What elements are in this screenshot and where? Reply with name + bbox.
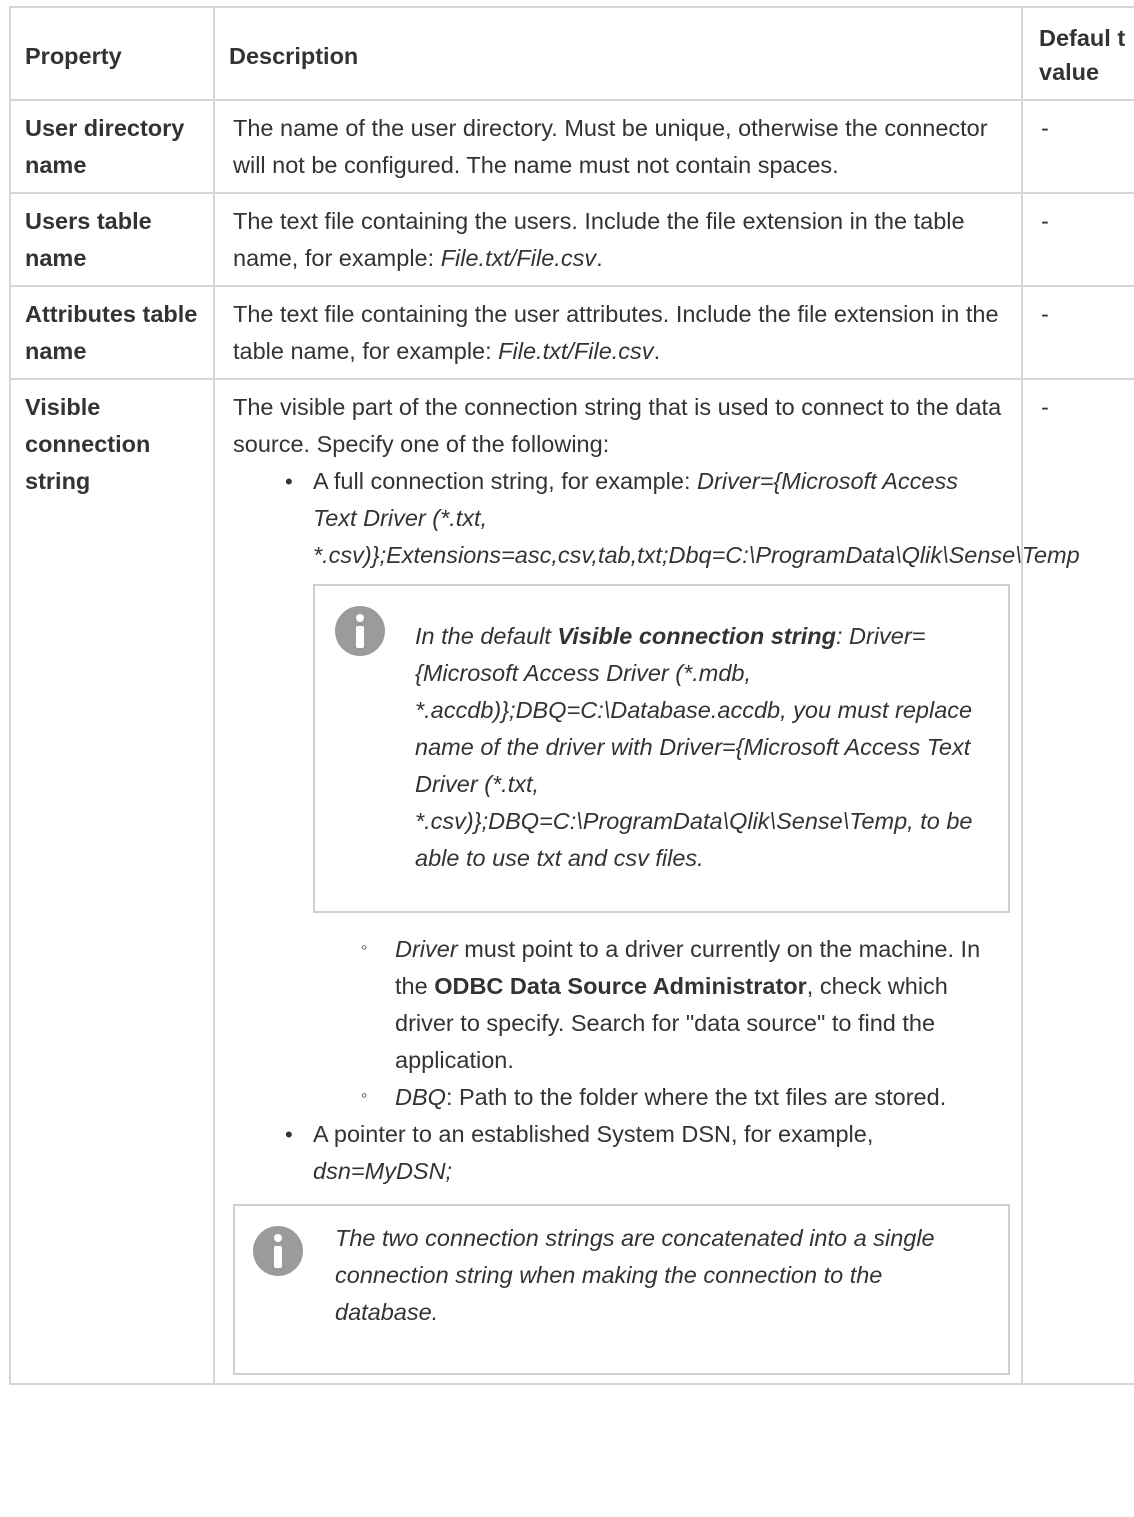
note-box: The two connection strings are concatena… — [233, 1204, 1010, 1375]
default-value: - — [1021, 285, 1134, 380]
circle-bullet-icon: ◦ — [361, 1085, 368, 1105]
list-item: ◦ DBQ: Path to the folder where the txt f… — [233, 1079, 1003, 1116]
table-row: User directory name The name of the user… — [9, 99, 1134, 194]
table-header-row: Property Description Defaul t value — [9, 6, 1134, 101]
circle-bullet-icon: ◦ — [361, 937, 368, 957]
example-filename: File.txt/File.csv — [498, 338, 654, 364]
header-default-value: Defaul t value — [1021, 6, 1134, 101]
property-description: The text file containing the user attrib… — [213, 285, 1023, 380]
document-page: Property Description Defaul t value User… — [0, 0, 1134, 1517]
info-icon — [335, 606, 385, 656]
note-text: In the default Visible connection string… — [415, 618, 985, 877]
note-text: The two connection strings are concatena… — [335, 1225, 935, 1325]
default-value: - — [1021, 99, 1134, 194]
property-name: User directory name — [9, 99, 215, 194]
table-row: Attributes table name The text file cont… — [9, 285, 1134, 380]
bullet-icon: • — [285, 1122, 293, 1147]
table-row: Visible connection string The visible pa… — [9, 378, 1134, 1385]
example-filename: File.txt/File.csv — [440, 245, 597, 271]
property-description: The text file containing the users. Incl… — [213, 192, 1023, 287]
info-icon — [253, 1226, 303, 1276]
property-name: Users table name — [9, 192, 215, 287]
bullet-icon: • — [285, 469, 293, 494]
note-bold-term: Visible connection string — [557, 623, 836, 649]
item-text: : Path to the folder where the txt files… — [445, 1084, 947, 1110]
property-name: Attributes table name — [9, 285, 215, 380]
list-item: ◦ Driver must point to a driver currently… — [233, 931, 1003, 1079]
property-description: The visible part of the connection strin… — [213, 378, 1080, 1385]
default-value: - — [1021, 378, 1134, 1385]
property-table: Property Description Defaul t value User… — [9, 6, 1134, 1385]
description-suffix: . — [596, 245, 603, 271]
term-driver: Driver — [395, 936, 458, 962]
header-description: Description — [213, 6, 1023, 101]
note-text-end: : Driver={Microsoft Access Driver (*.mdb… — [415, 623, 973, 871]
default-value: - — [1021, 192, 1134, 287]
option-list: • A full connection string, for example: … — [233, 463, 1080, 574]
note-text-start: In the default — [415, 623, 558, 649]
sub-option-list: ◦ Driver must point to a driver currently… — [233, 931, 1003, 1116]
item-text: A full connection string, for example: — [313, 468, 698, 494]
term-dbq: DBQ — [395, 1084, 446, 1110]
example-dsn: dsn=MyDSN; — [313, 1158, 453, 1184]
table-row: Users table name The text file containin… — [9, 192, 1134, 287]
description-suffix: . — [653, 338, 661, 364]
term-odbc-admin: ODBC Data Source Administrator — [434, 973, 807, 999]
header-property: Property — [9, 6, 215, 101]
option-list: • A pointer to an established System DSN,… — [233, 1116, 1003, 1190]
list-item: • A full connection string, for example: … — [233, 463, 1080, 574]
note-box: In the default Visible connection string… — [313, 584, 1010, 913]
property-description: The name of the user directory. Must be … — [213, 99, 1023, 194]
property-name: Visible connection string — [9, 378, 215, 1385]
description-intro: The visible part of the connection strin… — [233, 394, 1002, 457]
item-text: A pointer to an established System DSN, … — [313, 1121, 874, 1147]
list-item: • A pointer to an established System DSN,… — [233, 1116, 1003, 1190]
